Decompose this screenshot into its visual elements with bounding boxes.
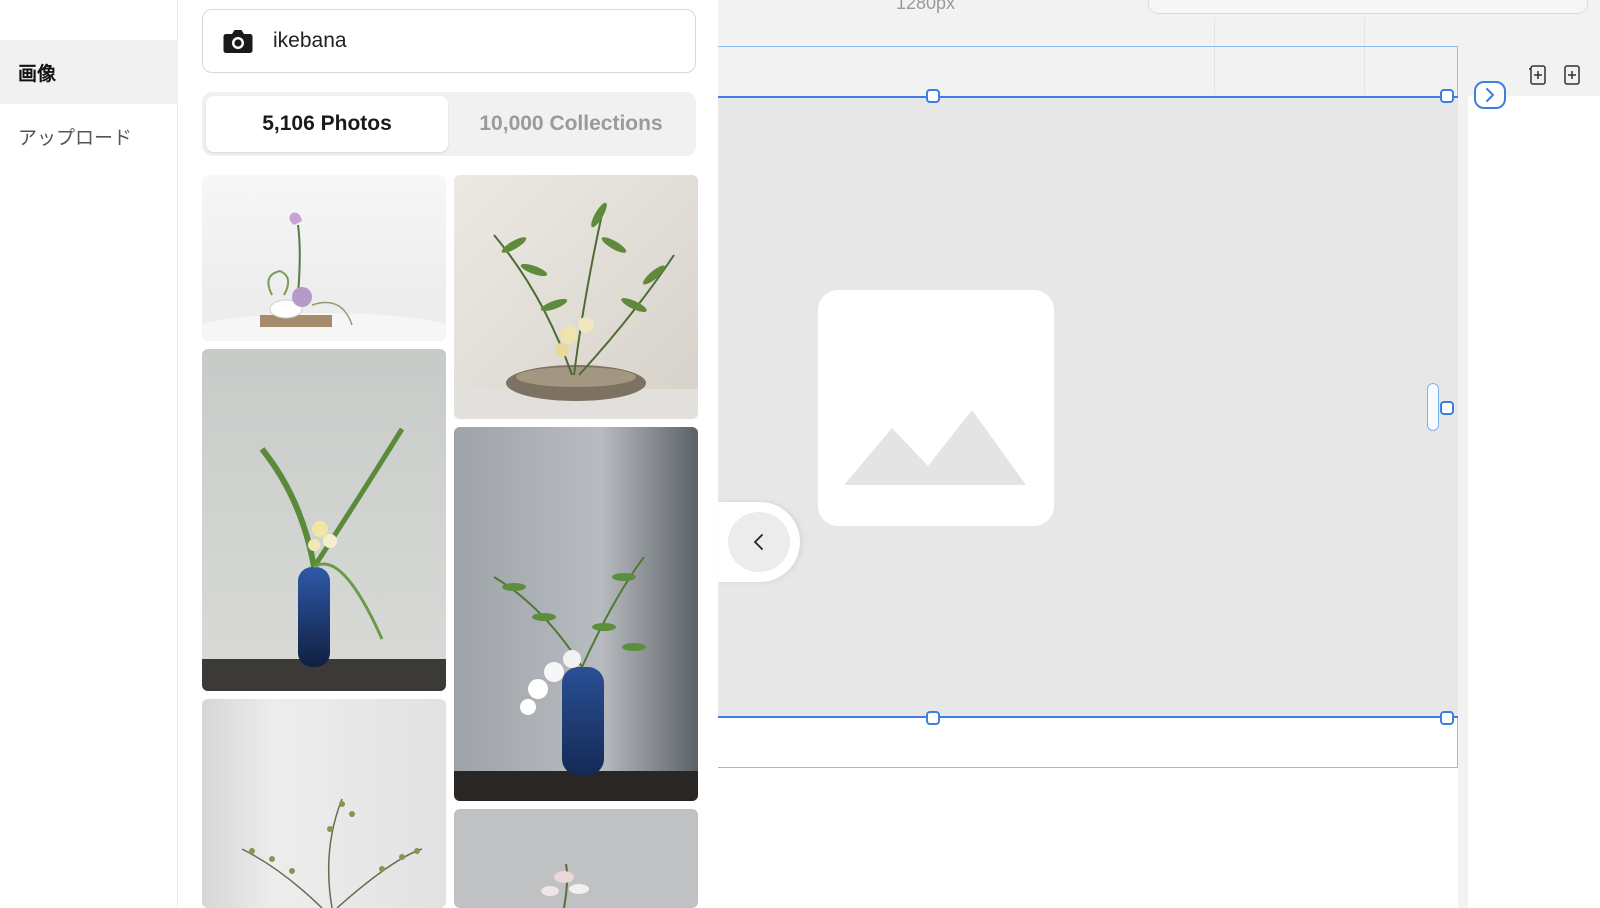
photo-thumbnail[interactable] <box>202 349 446 691</box>
image-block[interactable] <box>718 96 1458 718</box>
image-search-panel: 5,106 Photos 10,000 Collections <box>178 0 718 908</box>
ruler-width-label: 1280px <box>896 0 956 13</box>
photo-thumbnail[interactable] <box>202 175 446 341</box>
image-placeholder-icon <box>818 290 1054 526</box>
nav-item-label: 画像 <box>18 62 57 85</box>
adjacent-page <box>1468 96 1600 908</box>
resize-handle-bottom-right[interactable] <box>1440 711 1454 725</box>
editor-canvas: 1280px <box>718 0 1600 908</box>
tab-collections[interactable]: 10,000 Collections <box>450 96 692 152</box>
next-page-button[interactable] <box>1474 81 1506 109</box>
resize-handle-right[interactable] <box>1440 401 1454 415</box>
nav-item-upload[interactable]: アップロード <box>0 104 178 168</box>
app-root: 画像 アップロード 5,106 Photos 10,000 Collection… <box>0 0 1600 908</box>
nav-item-images[interactable]: 画像 <box>0 40 178 104</box>
collapse-panel-tab <box>718 502 800 582</box>
tab-photos[interactable]: 5,106 Photos <box>206 96 448 152</box>
photo-thumbnail[interactable] <box>202 699 446 908</box>
column-resize-handle[interactable] <box>1427 383 1439 431</box>
result-type-tabs: 5,106 Photos 10,000 Collections <box>202 92 696 156</box>
add-page-before-icon[interactable] <box>1528 64 1548 86</box>
search-input[interactable] <box>273 29 673 53</box>
search-box <box>202 9 696 73</box>
chevron-right-icon <box>1486 88 1494 102</box>
nav-item-label: アップロード <box>18 126 133 149</box>
photo-thumbnail[interactable] <box>454 175 698 419</box>
resize-handle-top[interactable] <box>926 89 940 103</box>
resize-handle-bottom[interactable] <box>926 711 940 725</box>
category-nav: 画像 アップロード <box>0 0 178 908</box>
collapse-panel-button[interactable] <box>728 512 790 572</box>
camera-icon[interactable] <box>223 28 253 54</box>
photo-thumbnail[interactable] <box>454 427 698 801</box>
chevron-left-icon <box>754 534 763 550</box>
photo-thumbnail[interactable] <box>454 809 698 908</box>
add-page-after-icon[interactable] <box>1562 64 1582 86</box>
resize-handle-top-right[interactable] <box>1440 89 1454 103</box>
width-ruler: 1280px <box>718 0 1600 18</box>
